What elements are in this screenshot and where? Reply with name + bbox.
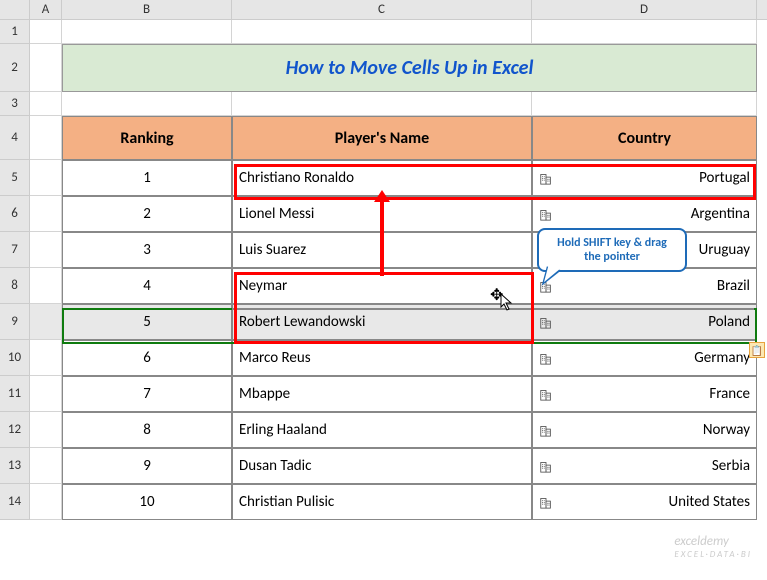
cell-d3[interactable] xyxy=(532,92,757,116)
country-cell[interactable]: United States xyxy=(532,484,757,520)
cell-a13[interactable] xyxy=(30,448,62,484)
ranking-cell[interactable]: 1 xyxy=(62,160,232,196)
table-row: 12 8Erling HaalandNorway xyxy=(0,412,767,448)
watermark: exceldemy EXCEL·DATA·BI xyxy=(674,534,752,560)
cell-d1[interactable] xyxy=(532,20,757,44)
cell-a10[interactable] xyxy=(30,340,62,376)
col-header-b[interactable]: B xyxy=(62,0,232,19)
column-headers-row: A B C D xyxy=(0,0,767,20)
player-cell[interactable]: Marco Reus xyxy=(232,340,532,376)
spreadsheet-grid[interactable]: A B C D 1 2 How to Move Cells Up in Exce… xyxy=(0,0,767,580)
ranking-cell[interactable]: 9 xyxy=(62,448,232,484)
cell-a9[interactable] xyxy=(30,304,62,340)
building-icon xyxy=(539,171,553,185)
ranking-cell[interactable]: 7 xyxy=(62,376,232,412)
cell-a4[interactable] xyxy=(30,116,62,160)
ranking-cell[interactable]: 10 xyxy=(62,484,232,520)
ranking-cell[interactable]: 2 xyxy=(62,196,232,232)
header-ranking[interactable]: Ranking xyxy=(62,116,232,160)
select-all-corner[interactable] xyxy=(0,0,30,20)
table-row: 10 6Marco ReusGermany xyxy=(0,340,767,376)
cell-a8[interactable] xyxy=(30,268,62,304)
row-3: 3 xyxy=(0,92,767,116)
cell-a11[interactable] xyxy=(30,376,62,412)
cell-a1[interactable] xyxy=(30,20,62,44)
cell-a3[interactable] xyxy=(30,92,62,116)
row-header-13[interactable]: 13 xyxy=(0,448,30,484)
paste-options-icon[interactable]: 📋 xyxy=(749,342,765,358)
country-cell[interactable]: Serbia xyxy=(532,448,757,484)
country-cell[interactable]: France xyxy=(532,376,757,412)
country-cell[interactable]: Portugal xyxy=(532,160,757,196)
building-icon xyxy=(539,207,553,221)
cell-a12[interactable] xyxy=(30,412,62,448)
ranking-cell[interactable]: 6 xyxy=(62,340,232,376)
table-row: 13 9Dusan TadicSerbia xyxy=(0,448,767,484)
row-header-4[interactable]: 4 xyxy=(0,116,30,160)
building-icon xyxy=(539,495,553,509)
table-row: 11 7MbappeFrance xyxy=(0,376,767,412)
country-cell[interactable]: Germany xyxy=(532,340,757,376)
instruction-callout: Hold SHIFT key & drag the pointer xyxy=(537,228,687,272)
row-header-14[interactable]: 14 xyxy=(0,484,30,520)
cell-a5[interactable] xyxy=(30,160,62,196)
drag-insertion-line xyxy=(232,308,754,310)
player-cell[interactable]: Erling Haaland xyxy=(232,412,532,448)
building-icon xyxy=(539,459,553,473)
cell-b3[interactable] xyxy=(62,92,232,116)
col-header-a[interactable]: A xyxy=(30,0,62,19)
row-header-1[interactable]: 1 xyxy=(0,20,30,44)
country-cell[interactable]: Norway xyxy=(532,412,757,448)
row-header-9[interactable]: 9 xyxy=(0,304,30,340)
col-header-d[interactable]: D xyxy=(532,0,757,19)
cell-c1[interactable] xyxy=(232,20,532,44)
row-header-12[interactable]: 12 xyxy=(0,412,30,448)
header-country[interactable]: Country xyxy=(532,116,757,160)
player-cell[interactable]: Christian Pulisic xyxy=(232,484,532,520)
row-1: 1 xyxy=(0,20,767,44)
cell-a7[interactable] xyxy=(30,232,62,268)
row-header-10[interactable]: 10 xyxy=(0,340,30,376)
cell-a6[interactable] xyxy=(30,196,62,232)
cursor-arrow-icon xyxy=(500,293,516,311)
ranking-cell[interactable]: 8 xyxy=(62,412,232,448)
move-arrow xyxy=(380,198,384,276)
building-icon xyxy=(539,315,553,329)
col-header-c[interactable]: C xyxy=(232,0,532,19)
row-header-8[interactable]: 8 xyxy=(0,268,30,304)
row-header-5[interactable]: 5 xyxy=(0,160,30,196)
cell-a2[interactable] xyxy=(30,44,62,92)
row-header-7[interactable]: 7 xyxy=(0,232,30,268)
title-cell[interactable]: How to Move Cells Up in Excel xyxy=(62,44,757,92)
player-cell[interactable]: Dusan Tadic xyxy=(232,448,532,484)
header-player[interactable]: Player's Name xyxy=(232,116,532,160)
row-header-2[interactable]: 2 xyxy=(0,44,30,92)
cell-c3[interactable] xyxy=(232,92,532,116)
ranking-cell[interactable]: 5 xyxy=(62,304,232,340)
row-header-6[interactable]: 6 xyxy=(0,196,30,232)
building-icon xyxy=(539,423,553,437)
country-cell[interactable]: Argentina xyxy=(532,196,757,232)
table-row: 14 10Christian PulisicUnited States xyxy=(0,484,767,520)
country-cell[interactable]: Brazil xyxy=(532,268,757,304)
cell-a14[interactable] xyxy=(30,484,62,520)
row-2: 2 How to Move Cells Up in Excel xyxy=(0,44,767,92)
cell-b1[interactable] xyxy=(62,20,232,44)
building-icon xyxy=(539,387,553,401)
row-header-3[interactable]: 3 xyxy=(0,92,30,116)
row-header-11[interactable]: 11 xyxy=(0,376,30,412)
row-4-headers: 4 Ranking Player's Name Country xyxy=(0,116,767,160)
player-cell[interactable]: Mbappe xyxy=(232,376,532,412)
ranking-cell[interactable]: 4 xyxy=(62,268,232,304)
ranking-cell[interactable]: 3 xyxy=(62,232,232,268)
building-icon xyxy=(539,351,553,365)
